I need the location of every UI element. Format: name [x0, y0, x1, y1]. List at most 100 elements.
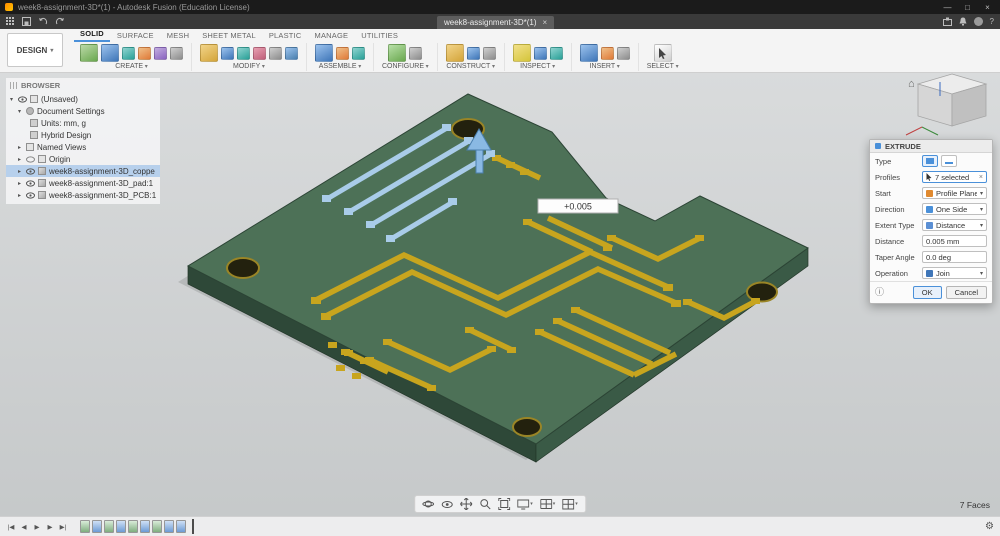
- tab-manage[interactable]: MANAGE: [309, 30, 355, 42]
- timeline-position-marker[interactable]: [192, 519, 194, 534]
- distance-input[interactable]: 0.005 mm: [922, 235, 987, 247]
- construction-plane-icon[interactable]: [446, 44, 464, 62]
- ok-button[interactable]: OK: [913, 286, 942, 299]
- pan-icon[interactable]: [460, 498, 472, 510]
- home-icon[interactable]: ⌂: [908, 78, 915, 90]
- browser-item-document-settings[interactable]: Document Settings: [6, 105, 160, 117]
- expand-icon[interactable]: [16, 108, 23, 115]
- redo-icon[interactable]: [55, 17, 65, 26]
- collapsed-icon[interactable]: [16, 192, 23, 199]
- select-cursor-icon[interactable]: [654, 44, 672, 62]
- group-label-configure[interactable]: CONFIGURE: [382, 63, 429, 70]
- tab-sheet-metal[interactable]: SHEET METAL: [196, 30, 262, 42]
- new-component-icon[interactable]: [315, 44, 333, 62]
- shell-icon[interactable]: [237, 47, 250, 60]
- collapsed-icon[interactable]: [16, 144, 23, 151]
- workspace-switcher[interactable]: DESIGN: [7, 33, 63, 67]
- step-back-button[interactable]: ◀: [19, 523, 29, 531]
- notification-bell-icon[interactable]: [959, 17, 967, 26]
- timeline-feature-icon[interactable]: [164, 520, 174, 533]
- configuration-icon[interactable]: [388, 44, 406, 62]
- undo-icon[interactable]: [38, 17, 48, 26]
- construction-axis-icon[interactable]: [467, 47, 480, 60]
- type-thin-extrude-button[interactable]: [941, 155, 957, 167]
- user-avatar[interactable]: [974, 17, 983, 26]
- browser-item-copper-component[interactable]: week8-assignment-3D_coppe: [6, 165, 160, 177]
- taper-angle-input[interactable]: 0.0 deg: [922, 251, 987, 263]
- browser-item-unsaved[interactable]: (Unsaved): [6, 93, 160, 105]
- look-at-icon[interactable]: [441, 500, 453, 509]
- close-button[interactable]: ×: [980, 3, 995, 12]
- loft-icon[interactable]: [154, 47, 167, 60]
- rigid-group-icon[interactable]: [352, 47, 365, 60]
- collapsed-icon[interactable]: [16, 180, 23, 187]
- section-analysis-icon[interactable]: [550, 47, 563, 60]
- data-panel-grid-icon[interactable]: [6, 17, 15, 26]
- group-label-insert[interactable]: INSERT: [590, 63, 620, 70]
- distance-tooltip[interactable]: +0.005: [538, 199, 618, 213]
- browser-item-named-views[interactable]: Named Views: [6, 141, 160, 153]
- group-label-select[interactable]: SELECT: [647, 63, 679, 70]
- extrude-icon[interactable]: [101, 44, 119, 62]
- collapsed-icon[interactable]: [16, 168, 23, 175]
- timeline-feature-icon[interactable]: [152, 520, 162, 533]
- go-to-start-button[interactable]: |◀: [6, 523, 16, 531]
- tab-mesh[interactable]: MESH: [161, 30, 195, 42]
- group-label-assemble[interactable]: ASSEMBLE: [319, 63, 361, 70]
- press-pull-icon[interactable]: [200, 44, 218, 62]
- insert-mesh-icon[interactable]: [580, 44, 598, 62]
- play-button[interactable]: ▶: [32, 523, 42, 531]
- group-label-inspect[interactable]: INSPECT: [520, 63, 555, 70]
- browser-item-pcb-component[interactable]: week8-assignment-3D_PCB:1: [6, 189, 160, 201]
- save-icon[interactable]: [22, 17, 31, 26]
- sweep-icon[interactable]: [138, 47, 151, 60]
- browser-item-origin[interactable]: Origin: [6, 153, 160, 165]
- extent-type-dropdown[interactable]: Distance: [922, 219, 987, 231]
- grid-snaps-icon[interactable]: ▾: [540, 499, 556, 510]
- browser-item-units[interactable]: Units: mm, g: [6, 117, 160, 129]
- timeline-feature-icon[interactable]: [140, 520, 150, 533]
- group-label-create[interactable]: CREATE: [115, 63, 148, 70]
- measure-icon[interactable]: [513, 44, 531, 62]
- info-icon[interactable]: ⓘ: [875, 288, 884, 297]
- minimize-button[interactable]: —: [940, 3, 955, 12]
- timeline-feature-icon[interactable]: [176, 520, 186, 533]
- split-body-icon[interactable]: [285, 47, 298, 60]
- clear-selection-icon[interactable]: ×: [979, 174, 983, 181]
- eye-icon[interactable]: [26, 168, 35, 175]
- timeline-feature-icon[interactable]: [104, 520, 114, 533]
- timeline-settings-gear-icon[interactable]: ⚙: [985, 522, 994, 532]
- operation-dropdown[interactable]: Join: [922, 267, 987, 279]
- eye-icon[interactable]: [26, 180, 35, 187]
- orbit-icon[interactable]: [422, 498, 434, 510]
- extensions-icon[interactable]: [943, 17, 952, 26]
- start-dropdown[interactable]: Profile Plane: [922, 187, 987, 199]
- tab-utilities[interactable]: UTILITIES: [355, 30, 404, 42]
- expand-icon[interactable]: [8, 96, 15, 103]
- cancel-button[interactable]: Cancel: [946, 286, 987, 299]
- interference-icon[interactable]: [534, 47, 547, 60]
- extrude-dialog-header[interactable]: EXTRUDE: [870, 140, 992, 153]
- browser-item-hybrid-design[interactable]: Hybrid Design: [6, 129, 160, 141]
- tab-close-icon[interactable]: ×: [542, 18, 547, 27]
- collapsed-icon[interactable]: [16, 156, 23, 163]
- timeline-feature-icon[interactable]: [92, 520, 102, 533]
- step-forward-button[interactable]: ▶: [45, 523, 55, 531]
- group-label-modify[interactable]: MODIFY: [233, 63, 265, 70]
- offset-face-icon[interactable]: [269, 47, 282, 60]
- viewports-icon[interactable]: ▾: [562, 499, 578, 510]
- document-tab[interactable]: week8-assignment-3D*(1) ×: [437, 16, 554, 29]
- fit-icon[interactable]: [498, 498, 510, 510]
- timeline-feature-icon[interactable]: [116, 520, 126, 533]
- browser-item-pad-component[interactable]: week8-assignment-3D_pad:1: [6, 177, 160, 189]
- distance-tooltip-value[interactable]: +0.005: [564, 202, 592, 212]
- tab-solid[interactable]: SOLID: [74, 28, 110, 42]
- hole-icon[interactable]: [170, 47, 183, 60]
- display-settings-icon[interactable]: ▾: [517, 499, 533, 510]
- eye-icon[interactable]: [18, 96, 27, 103]
- eye-icon[interactable]: [26, 192, 35, 199]
- combine-icon[interactable]: [253, 47, 266, 60]
- group-label-construct[interactable]: CONSTRUCT: [446, 63, 495, 70]
- tab-surface[interactable]: SURFACE: [111, 30, 160, 42]
- construction-point-icon[interactable]: [483, 47, 496, 60]
